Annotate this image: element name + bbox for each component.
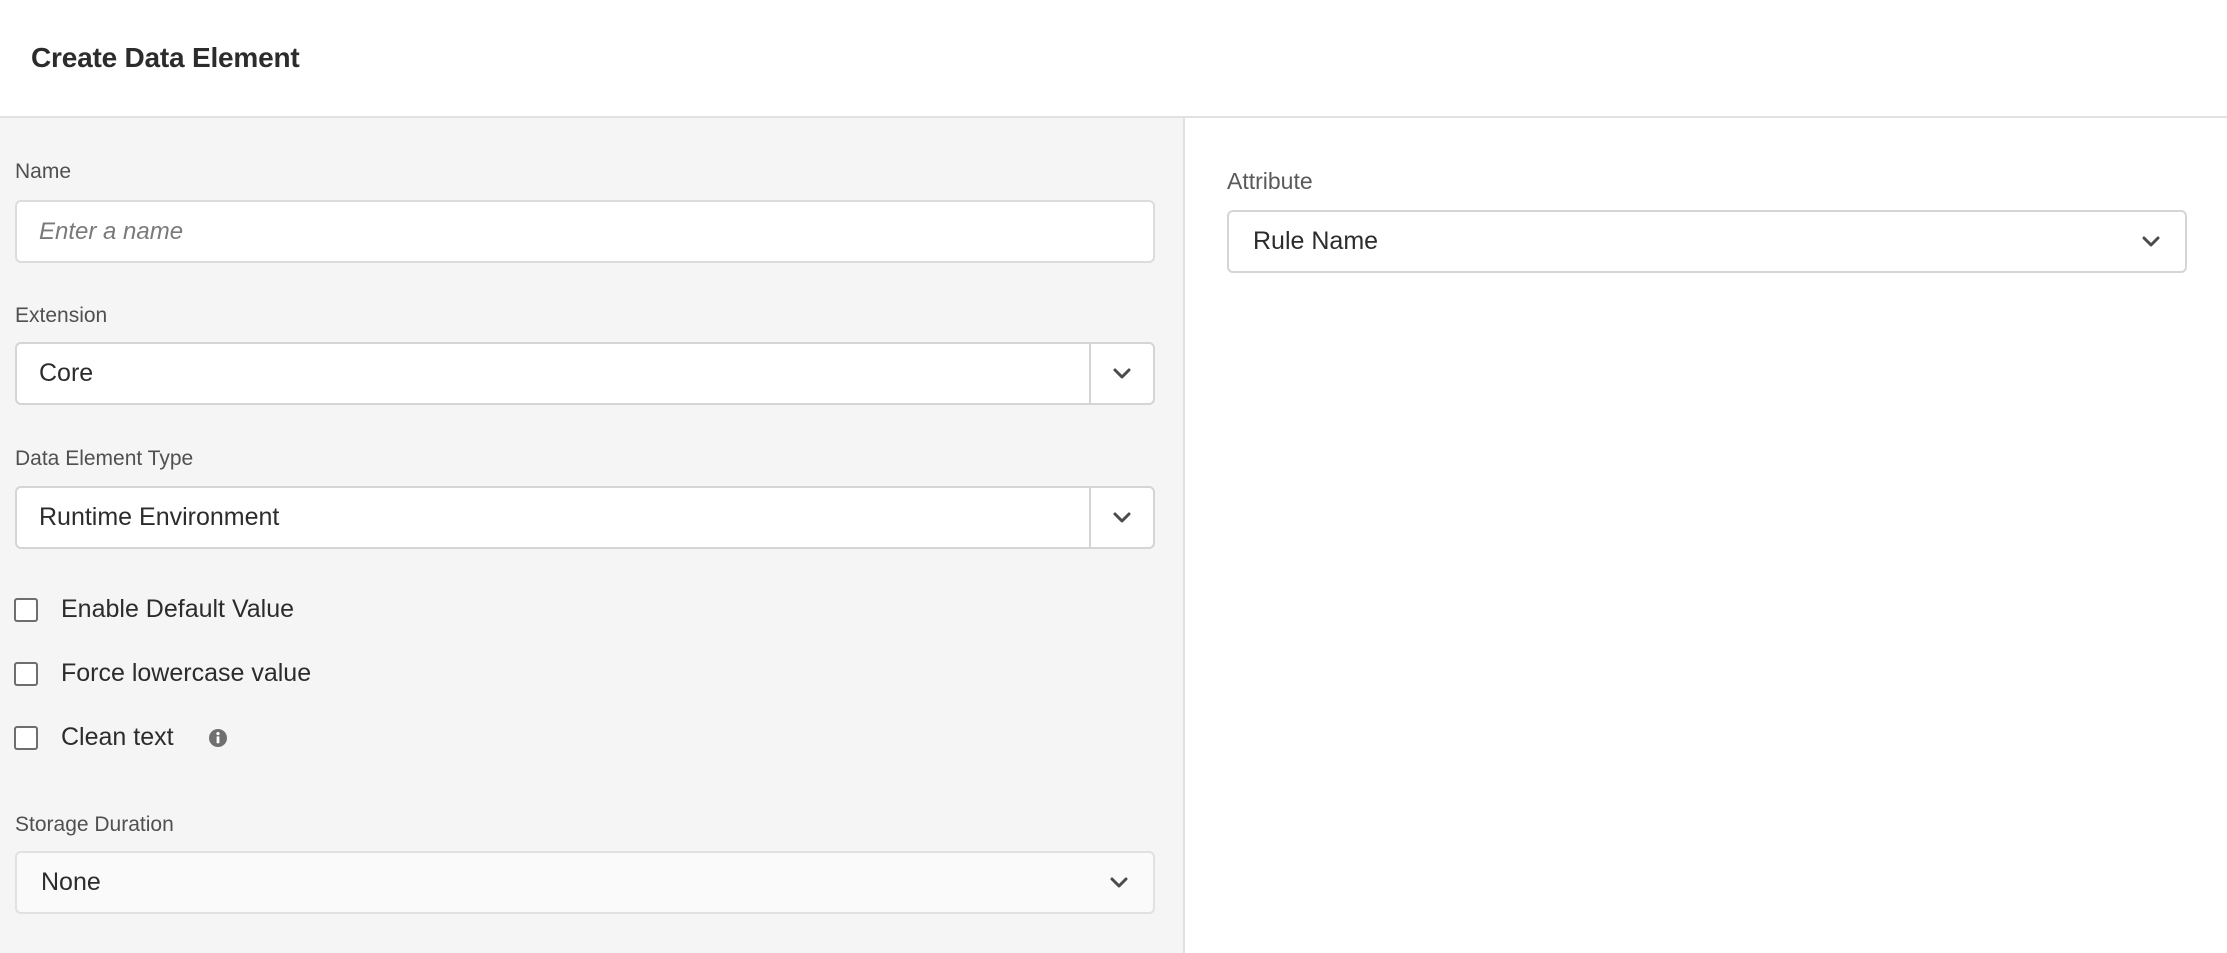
attribute-value: Rule Name <box>1253 227 1379 255</box>
chevron-down-icon <box>1113 512 1131 522</box>
data-element-type-label: Data Element Type <box>15 447 194 470</box>
checkbox-box[interactable] <box>14 725 38 750</box>
extension-value: Core <box>39 359 94 387</box>
data-element-type-dropdown-button[interactable] <box>1089 488 1153 547</box>
checkbox-label: Enable Default Value <box>61 595 295 623</box>
enable-default-value-checkbox[interactable]: Enable Default Value <box>14 595 294 624</box>
form-pane: Name Extension Core Data Element Type Ru… <box>0 118 1185 953</box>
chevron-down-icon <box>1110 877 1128 887</box>
checkbox-box[interactable] <box>14 661 38 686</box>
attribute-label: Attribute <box>1227 168 1313 194</box>
checkbox-label: Force lowercase value <box>61 659 312 687</box>
data-element-type-value: Runtime Environment <box>39 503 280 531</box>
chevron-down-icon <box>2142 236 2160 246</box>
chevron-down-icon <box>1113 368 1131 378</box>
checkbox-label: Clean text <box>61 723 174 751</box>
page-title: Create Data Element <box>31 42 300 73</box>
checkbox-box[interactable] <box>14 597 38 622</box>
clean-text-checkbox[interactable]: Clean text <box>14 723 228 752</box>
name-label: Name <box>15 160 72 183</box>
extension-label: Extension <box>15 304 108 327</box>
dialog-header: Create Data Element <box>0 0 2227 118</box>
attribute-picker[interactable]: Rule Name <box>1227 210 2187 273</box>
settings-pane: Attribute Rule Name <box>1187 118 2227 953</box>
name-input[interactable] <box>15 200 1155 263</box>
data-element-type-combobox[interactable]: Runtime Environment <box>15 486 1155 549</box>
storage-duration-value: None <box>41 868 101 896</box>
info-icon[interactable] <box>208 728 228 748</box>
storage-duration-label: Storage Duration <box>15 813 174 836</box>
extension-dropdown-button[interactable] <box>1089 344 1153 403</box>
force-lowercase-checkbox[interactable]: Force lowercase value <box>14 659 311 688</box>
storage-duration-picker[interactable]: None <box>15 851 1155 914</box>
extension-combobox[interactable]: Core <box>15 342 1155 405</box>
